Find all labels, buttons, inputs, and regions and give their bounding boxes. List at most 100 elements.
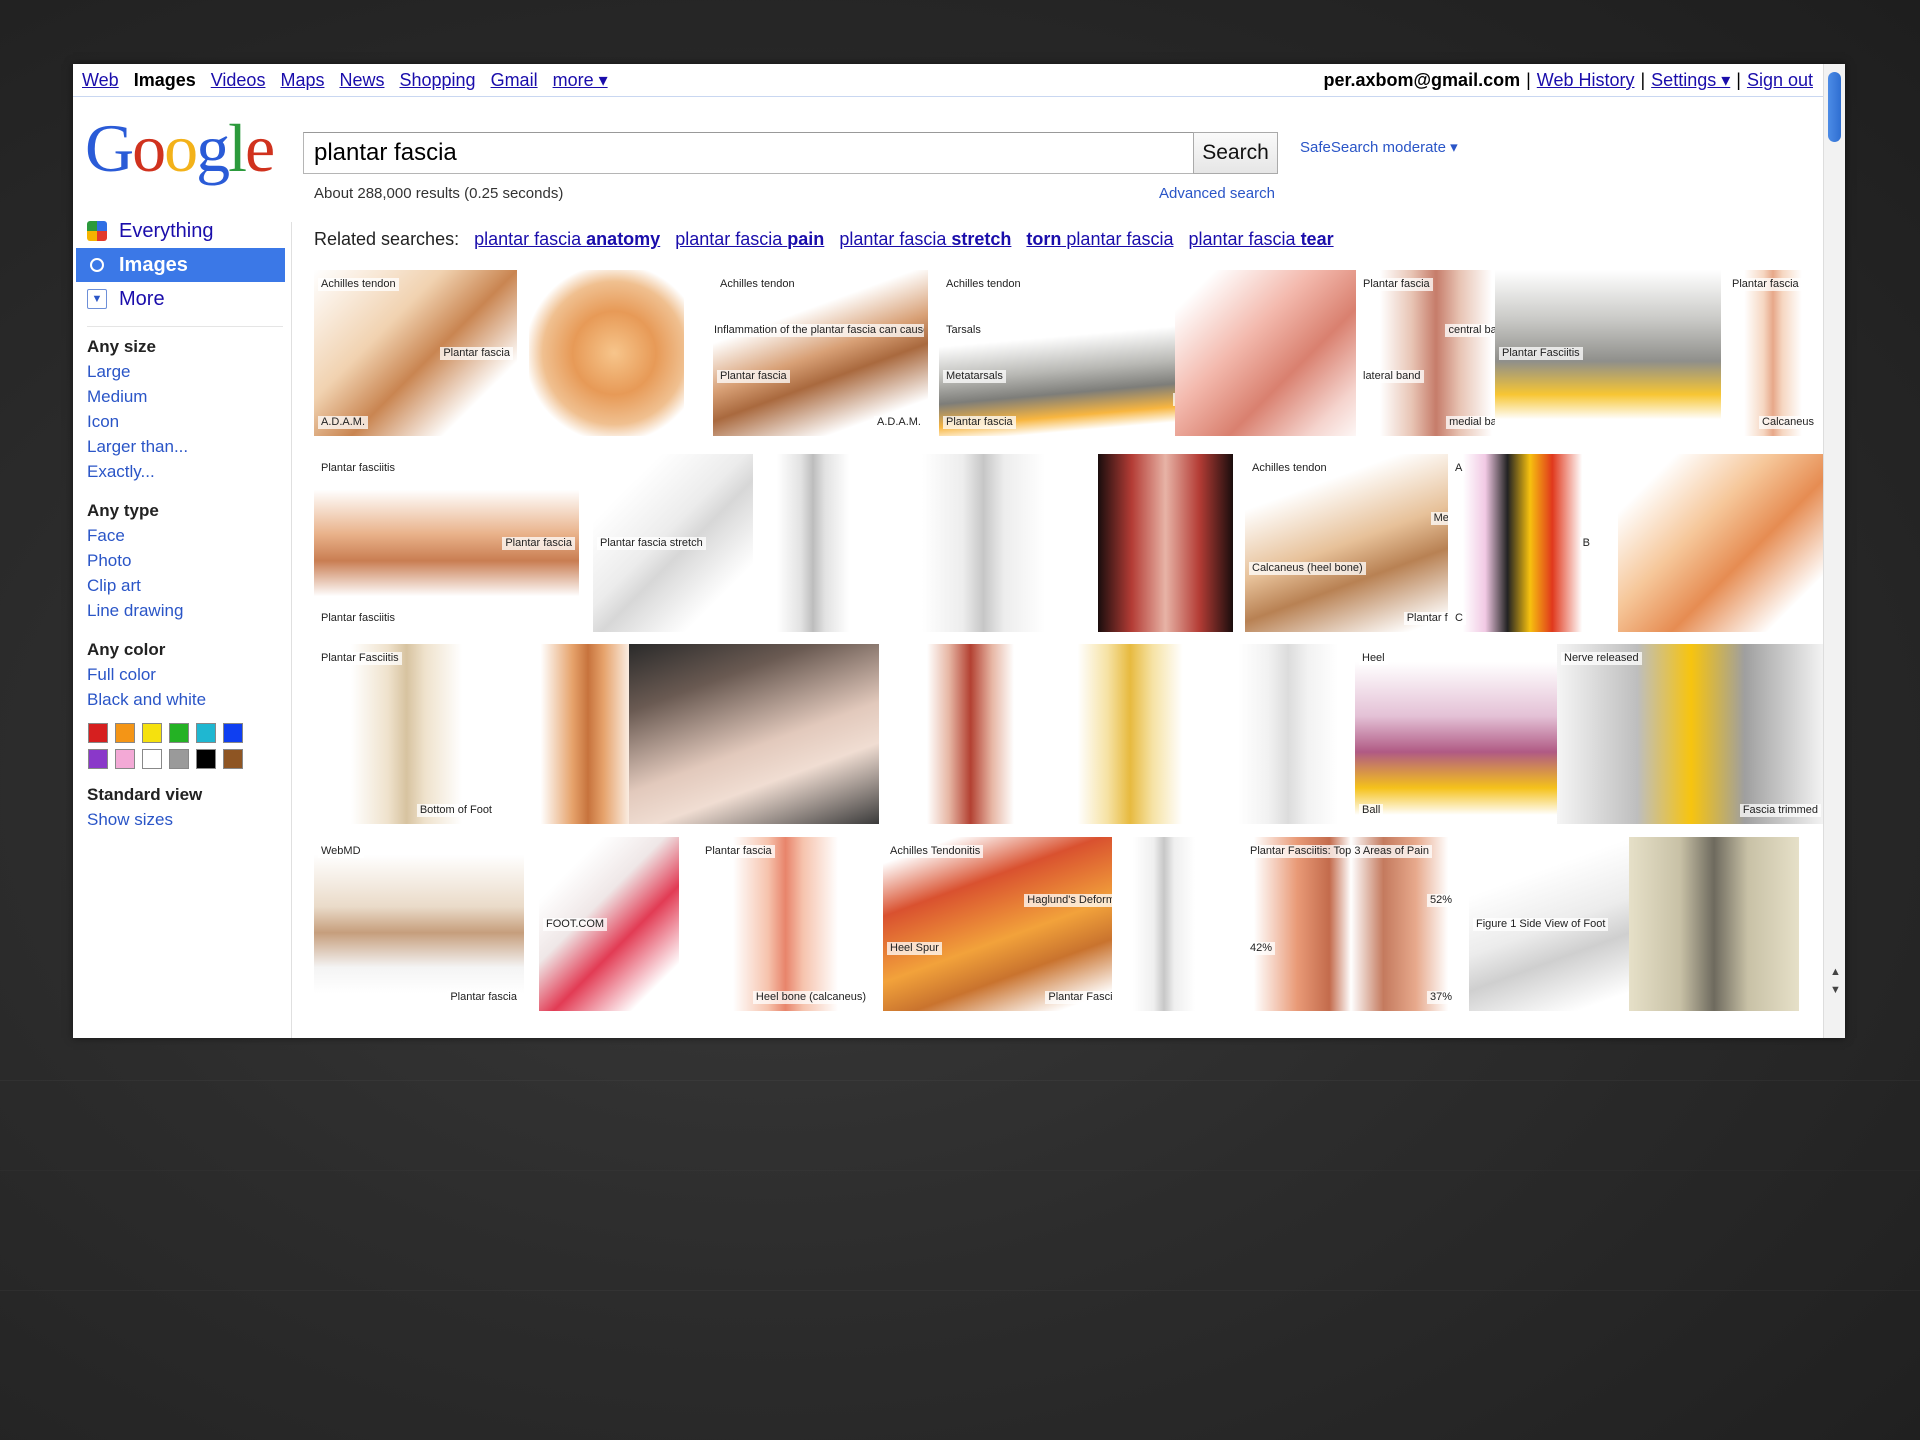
filter-color-bw[interactable]: Black and white bbox=[73, 690, 291, 715]
color-swatch[interactable] bbox=[169, 723, 189, 743]
scrollbar-thumb[interactable] bbox=[1828, 72, 1841, 142]
nav-videos[interactable]: Videos bbox=[211, 70, 266, 91]
color-swatch[interactable] bbox=[115, 749, 135, 769]
search-input[interactable] bbox=[304, 133, 1186, 173]
image-caption: Plantar fascia stretch bbox=[597, 537, 706, 550]
scrollbar[interactable]: ▲ ▼ bbox=[1823, 64, 1845, 1038]
related-link-stretch[interactable]: plantar fascia stretch bbox=[839, 229, 1011, 249]
image-caption: Heel bbox=[1359, 652, 1388, 665]
web-history-link[interactable]: Web History bbox=[1537, 70, 1635, 91]
image-sole-pink[interactable]: Plantar fascia Heel bone (calcaneus) bbox=[698, 837, 873, 1011]
image-nerve-released[interactable]: Nerve released Fascia trimmed bbox=[1557, 644, 1825, 824]
filter-type-face[interactable]: Face bbox=[73, 526, 291, 551]
image-caption: Achilles Tendonitis bbox=[887, 845, 984, 858]
image-sole-muscles-red[interactable] bbox=[898, 644, 1043, 824]
image-anatomy-foot-adam[interactable]: Achilles tendon Plantar fascia A.D.A.M. bbox=[314, 270, 517, 436]
safesearch-dropdown[interactable]: SafeSearch moderate ▾ bbox=[1300, 138, 1458, 156]
scroll-down-icon[interactable]: ▼ bbox=[1830, 984, 1841, 996]
scroll-up-icon[interactable]: ▲ bbox=[1830, 966, 1841, 978]
image-footcom-heel[interactable]: FOOT.COM bbox=[539, 837, 679, 1011]
mode-more[interactable]: ▼ More bbox=[73, 282, 291, 316]
nav-more[interactable]: more ▾ bbox=[553, 70, 608, 91]
filter-heading-color[interactable]: Any color bbox=[73, 640, 291, 665]
nav-gmail[interactable]: Gmail bbox=[491, 70, 538, 91]
image-caption: A bbox=[1452, 462, 1466, 475]
search-button[interactable]: Search bbox=[1193, 132, 1278, 174]
image-sole-line-art[interactable] bbox=[1112, 837, 1216, 1011]
nav-web[interactable]: Web bbox=[82, 70, 119, 91]
filter-heading-size[interactable]: Any size bbox=[73, 337, 291, 362]
nav-shopping[interactable]: Shopping bbox=[399, 70, 475, 91]
nav-news[interactable]: News bbox=[339, 70, 384, 91]
image-heel-orange[interactable] bbox=[1618, 454, 1825, 632]
image-caption: C bbox=[1452, 612, 1466, 625]
sign-out-link[interactable]: Sign out bbox=[1747, 70, 1813, 91]
color-swatch[interactable] bbox=[169, 749, 189, 769]
color-swatch[interactable] bbox=[223, 749, 243, 769]
image-pressure-map[interactable]: A B C bbox=[1448, 454, 1597, 632]
camera-icon bbox=[87, 255, 107, 275]
color-swatch[interactable] bbox=[223, 723, 243, 743]
filter-heading-type[interactable]: Any type bbox=[73, 501, 291, 526]
image-caption: Nerve released bbox=[1561, 652, 1642, 665]
color-swatch[interactable] bbox=[88, 723, 108, 743]
left-sidebar: Everything Images ▼ More Any size Large … bbox=[73, 214, 291, 835]
related-link-tear[interactable]: plantar fascia tear bbox=[1189, 229, 1334, 249]
filter-type-line-drawing[interactable]: Line drawing bbox=[73, 601, 291, 626]
mode-everything[interactable]: Everything bbox=[73, 214, 291, 248]
image-caption: Achilles tendon bbox=[943, 278, 1024, 291]
image-heel-spur[interactable]: Achilles Tendonitis Haglund's Deformity He… bbox=[883, 837, 1133, 1011]
image-three-feet-views[interactable]: Plantar fasciitis Plantar fascia Plantar f… bbox=[314, 454, 579, 632]
filter-type-photo[interactable]: Photo bbox=[73, 551, 291, 576]
filter-size-larger-than[interactable]: Larger than... bbox=[73, 437, 291, 462]
image-caption: Tarsals bbox=[943, 324, 984, 337]
filter-color-full[interactable]: Full color bbox=[73, 665, 291, 690]
image-caption: A.D.A.M. bbox=[318, 416, 369, 429]
settings-link[interactable]: Settings ▾ bbox=[1651, 70, 1730, 91]
color-swatch[interactable] bbox=[88, 749, 108, 769]
filter-type-clip-art[interactable]: Clip art bbox=[73, 576, 291, 601]
related-link-pain[interactable]: plantar fascia pain bbox=[675, 229, 824, 249]
filter-size-exactly[interactable]: Exactly... bbox=[73, 462, 291, 487]
color-swatch[interactable] bbox=[142, 749, 162, 769]
image-caption: Plantar Fasciitis bbox=[318, 652, 402, 665]
image-caption: Plantar fascia bbox=[447, 991, 520, 1004]
google-logo[interactable]: Google bbox=[85, 114, 275, 182]
related-link-torn[interactable]: torn plantar fascia bbox=[1026, 229, 1173, 249]
image-foot-inflammation[interactable]: Achilles tendon Inflammation of the plant… bbox=[713, 270, 928, 436]
image-top-3-areas[interactable]: Plantar Fasciitis: Top 3 Areas of Pain 52… bbox=[1243, 837, 1459, 1011]
image-caption: 37% bbox=[1426, 991, 1455, 1004]
color-swatch[interactable] bbox=[142, 723, 162, 743]
color-swatch[interactable] bbox=[115, 723, 135, 743]
image-side-view-foot[interactable]: Figure 1 Side View of Foot bbox=[1469, 837, 1644, 1011]
show-sizes-link[interactable]: Show sizes bbox=[73, 810, 291, 835]
color-swatch[interactable] bbox=[196, 723, 216, 743]
mode-images[interactable]: Images bbox=[76, 248, 285, 282]
image-sole-muscles-dark[interactable] bbox=[1098, 454, 1233, 632]
image-sole-engraving[interactable] bbox=[1629, 837, 1799, 1011]
image-sole-diagram-gray[interactable] bbox=[753, 454, 873, 632]
image-foot-sole-bones[interactable]: Plantar fascia central band lateral band me… bbox=[1356, 270, 1516, 436]
filter-size-large[interactable]: Large bbox=[73, 362, 291, 387]
filter-size-medium[interactable]: Medium bbox=[73, 387, 291, 412]
mode-label: Everything bbox=[119, 219, 214, 242]
google-bar: Web Images Videos Maps News Shopping Gma… bbox=[73, 64, 1823, 97]
image-bottom-of-foot[interactable]: Plantar Fasciitis Bottom of Foot bbox=[314, 644, 499, 824]
image-webmd-diagram[interactable]: WebMD Plantar fascia bbox=[314, 837, 524, 1011]
image-caption: Plantar fascia bbox=[1729, 278, 1802, 291]
advanced-search-link[interactable]: Advanced search bbox=[1159, 185, 1275, 202]
image-stretch-drawing[interactable]: Plantar fascia stretch bbox=[593, 454, 753, 632]
image-photo-foot-stretch[interactable] bbox=[629, 644, 879, 824]
image-caption: WebMD bbox=[318, 845, 364, 858]
nav-maps[interactable]: Maps bbox=[280, 70, 324, 91]
color-swatch[interactable] bbox=[196, 749, 216, 769]
related-link-anatomy[interactable]: plantar fascia anatomy bbox=[474, 229, 660, 249]
image-sole-yellow[interactable] bbox=[1055, 644, 1205, 824]
image-heel-pain[interactable] bbox=[529, 270, 684, 436]
view-heading[interactable]: Standard view bbox=[73, 785, 291, 810]
image-sole-outline[interactable]: Plantar fascia Calcaneus bbox=[1725, 270, 1821, 436]
logo-letter: l bbox=[228, 110, 247, 186]
image-plantar-fasciitis-3d[interactable]: Plantar Fasciitis bbox=[1495, 270, 1721, 436]
image-sole-diagram-labels[interactable] bbox=[881, 454, 1086, 632]
filter-size-icon[interactable]: Icon bbox=[73, 412, 291, 437]
